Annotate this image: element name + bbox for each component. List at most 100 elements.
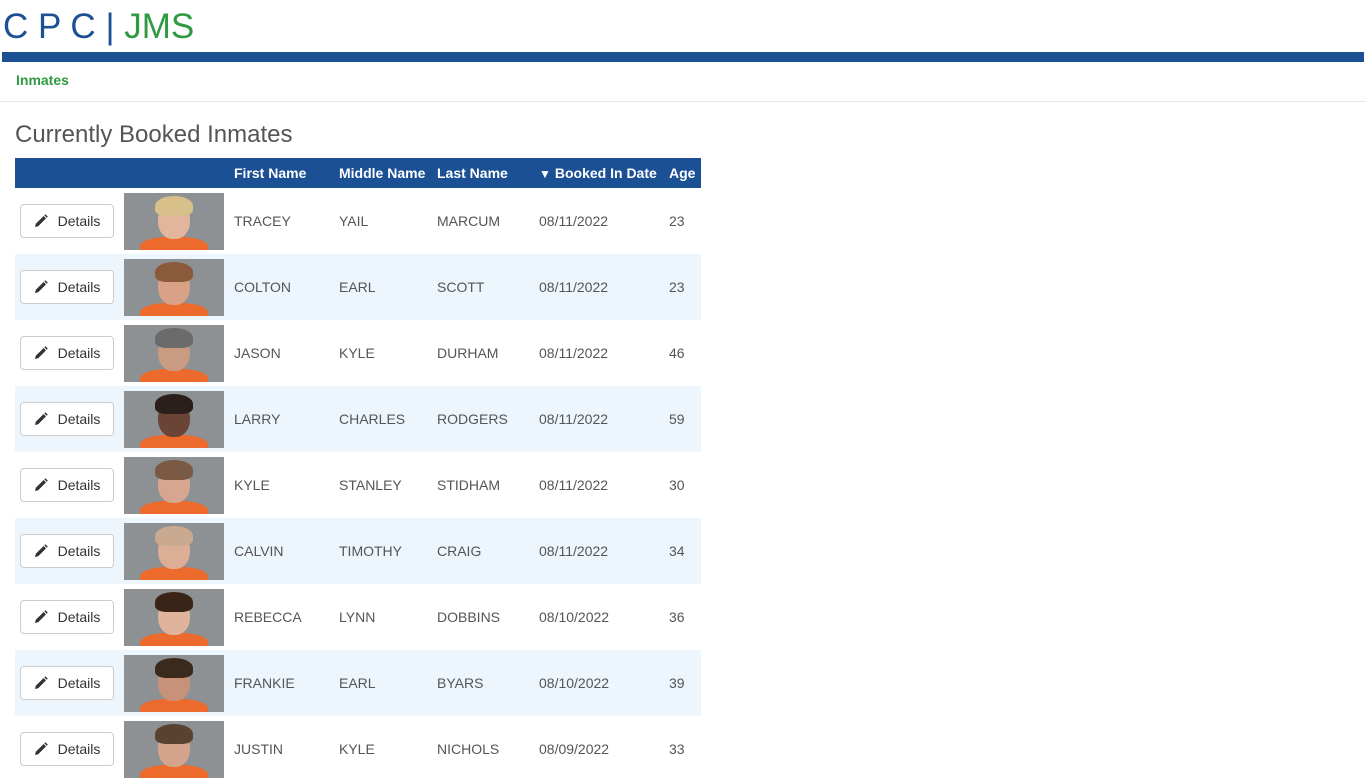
header-photo [124,158,234,188]
table-header-row: First Name Middle Name Last Name ▼ Booked… [15,158,701,188]
booked-in-date-cell: 08/10/2022 [539,609,610,625]
details-button[interactable]: Details [20,204,114,238]
mugshot-image[interactable] [124,192,224,250]
nav-inmates-link[interactable]: Inmates [16,72,69,88]
details-button[interactable]: Details [20,468,114,502]
mugshot-hair [155,591,193,612]
nav-bar: Inmates [0,62,1366,102]
details-cell: Details [15,716,124,782]
details-button-label: Details [57,543,101,559]
age-cell: 33 [669,741,685,757]
middle-name-cell: CHARLES [339,386,437,452]
booked-in-date-cell: 08/09/2022 [539,741,610,757]
last-name-cell: MARCUM [437,213,500,229]
last-name-cell: STIDHAM [437,477,500,493]
brand-separator: | [105,7,115,46]
booked-in-date-cell: 08/11/2022 [539,345,609,361]
details-button-label: Details [57,411,101,427]
photo-cell [124,650,234,716]
details-button-label: Details [57,675,101,691]
mugshot-image[interactable] [124,258,224,316]
mugshot-hair [155,195,193,216]
pencil-icon [34,412,48,425]
first-name-cell: JASON [234,345,281,361]
table-row: Details COLTON EARL SCOTT 08/11/2022 23 [15,254,701,320]
first-name-cell: FRANKIE [234,650,339,716]
mugshot-image[interactable] [124,324,224,382]
details-button[interactable]: Details [20,732,114,766]
pencil-icon [34,280,48,293]
details-button[interactable]: Details [20,336,114,370]
details-button-label: Details [57,741,101,757]
photo-cell [124,254,234,320]
details-button-label: Details [57,609,101,625]
pencil-icon [34,676,48,689]
mugshot-image[interactable] [124,654,224,712]
pencil-icon [34,544,48,557]
brand-logo[interactable]: C P C | JMS [3,6,194,48]
page-title: Currently Booked Inmates [15,121,293,148]
details-cell: Details [15,188,124,254]
mugshot-image[interactable] [124,390,224,448]
table-row: Details TRACEY YAIL MARCUM 08/11/2022 23 [15,188,701,254]
first-name-cell: TRACEY [234,213,291,229]
mugshot-hair [155,459,193,480]
booked-in-date-cell: 08/11/2022 [539,518,669,584]
pencil-icon [34,214,48,227]
details-button[interactable]: Details [20,270,114,304]
last-name-cell: NICHOLS [437,741,500,757]
details-cell: Details [15,584,124,650]
photo-cell [124,452,234,518]
first-name-cell: COLTON [234,254,339,320]
first-name-cell: REBECCA [234,609,302,625]
photo-cell [124,386,234,452]
header-middle-name[interactable]: Middle Name [339,158,437,188]
mugshot-image[interactable] [124,588,224,646]
details-cell: Details [15,452,124,518]
table-row: Details LARRY CHARLES RODGERS 08/11/2022 59 [15,386,701,452]
details-button-label: Details [57,213,101,229]
pencil-icon [34,478,48,491]
mugshot-hair [155,327,193,348]
middle-name-cell: STANLEY [339,477,402,493]
pencil-icon [34,742,48,755]
table-row: Details JASON KYLE DURHAM 08/11/2022 46 [15,320,701,386]
details-cell: Details [15,320,124,386]
table-row: Details JUSTIN KYLE NICHOLS 08/09/2022 33 [15,716,701,782]
mugshot-image[interactable] [124,720,224,778]
header-bar [2,52,1364,62]
age-cell: 36 [669,609,685,625]
details-button-label: Details [57,477,101,493]
middle-name-cell: TIMOTHY [339,518,437,584]
last-name-cell: CRAIG [437,518,539,584]
table-row: Details KYLE STANLEY STIDHAM 08/11/2022 30 [15,452,701,518]
details-button[interactable]: Details [20,402,114,436]
table-row: Details FRANKIE EARL BYARS 08/10/2022 39 [15,650,701,716]
mugshot-hair [155,261,193,282]
mugshot-hair [155,723,193,744]
mugshot-image[interactable] [124,456,224,514]
mugshot-image[interactable] [124,522,224,580]
details-button[interactable]: Details [20,600,114,634]
first-name-cell: CALVIN [234,518,339,584]
details-cell: Details [15,254,124,320]
booked-in-date-cell: 08/11/2022 [539,254,669,320]
last-name-cell: SCOTT [437,254,539,320]
middle-name-cell: KYLE [339,345,375,361]
last-name-cell: DURHAM [437,345,499,361]
details-button[interactable]: Details [20,666,114,700]
details-cell: Details [15,518,124,584]
sort-desc-icon: ▼ [539,167,551,181]
table-row: Details REBECCA LYNN DOBBINS 08/10/2022 36 [15,584,701,650]
header-first-name[interactable]: First Name [234,158,339,188]
details-button[interactable]: Details [20,534,114,568]
pencil-icon [34,346,48,359]
booked-in-date-cell: 08/11/2022 [539,386,669,452]
brand-jms: JMS [124,7,195,46]
header-actions [15,158,124,188]
age-cell: 46 [669,345,685,361]
header-last-name[interactable]: Last Name [437,158,539,188]
header-age[interactable]: Age [669,158,701,188]
header-booked-in-date[interactable]: ▼ Booked In Date [539,158,669,188]
details-button-label: Details [57,279,101,295]
